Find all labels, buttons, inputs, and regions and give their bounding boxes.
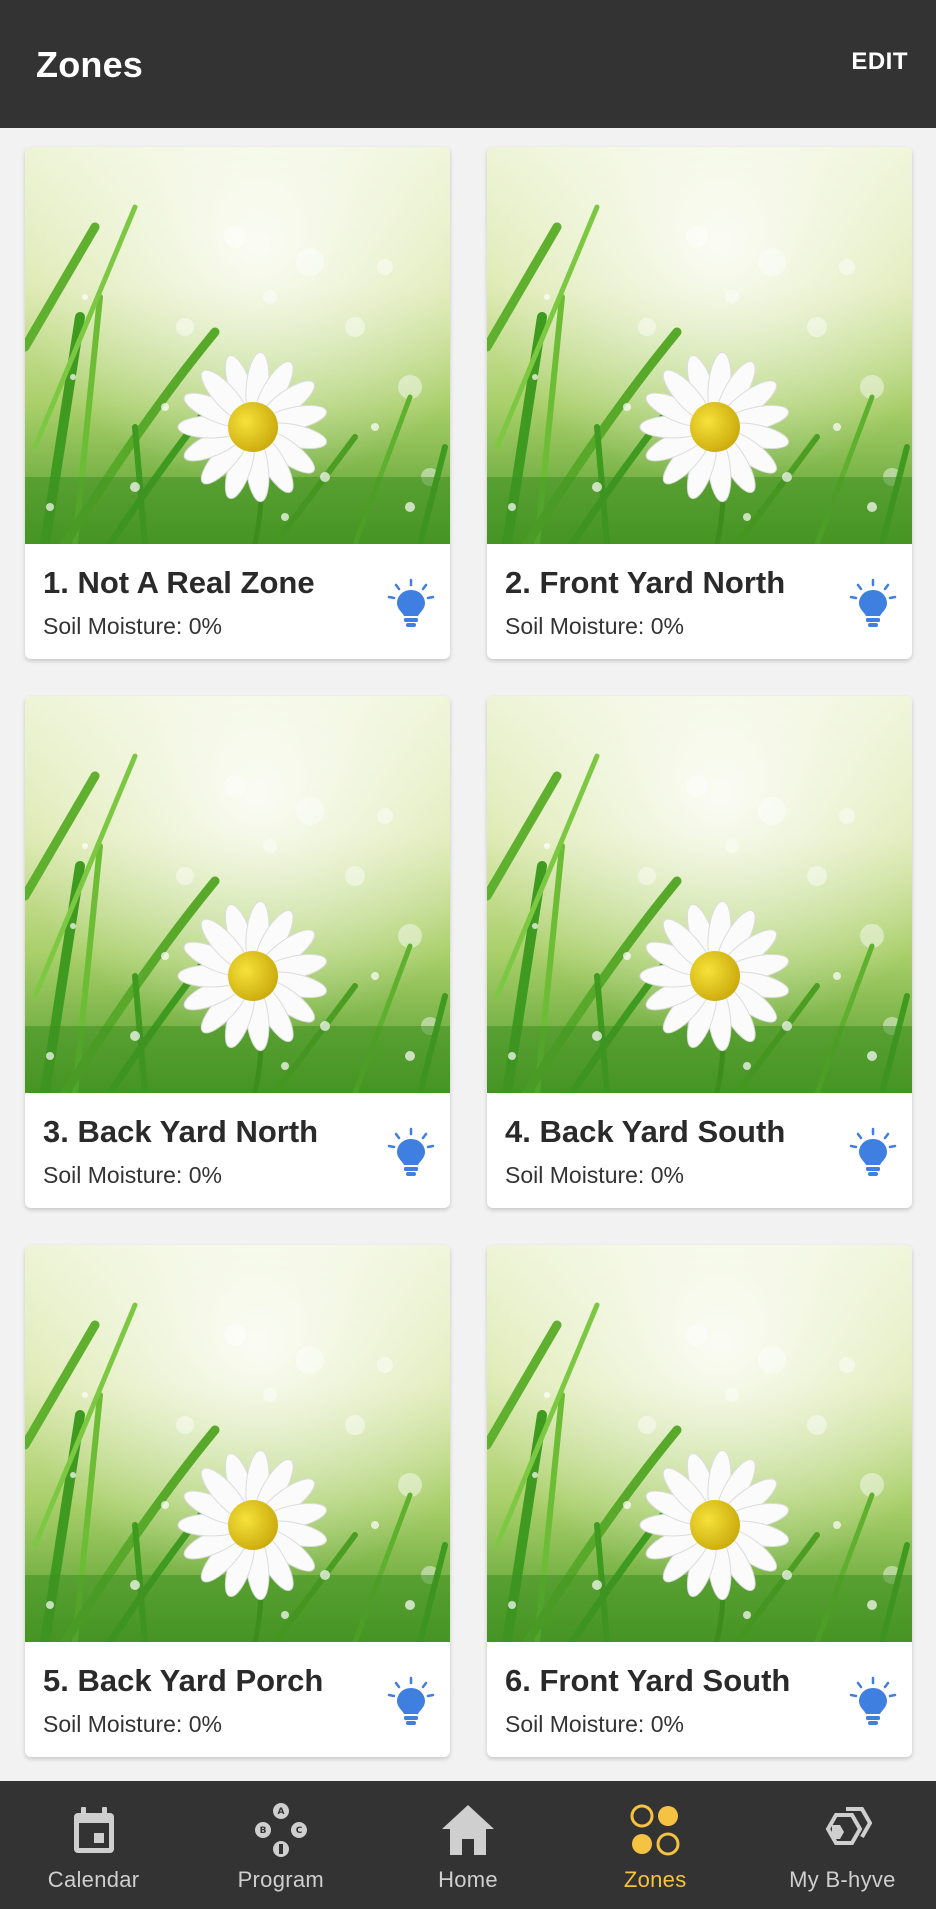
home-icon [442,1805,494,1855]
zone-photo [487,147,912,544]
app-bar: Zones EDIT [0,0,936,128]
soil-moisture: Soil Moisture: 0% [505,613,684,639]
lightbulb-icon[interactable] [386,1675,436,1727]
soil-moisture: Soil Moisture: 0% [43,613,222,639]
zone-name: 2. Front Yard North [505,565,786,600]
nav-program[interactable]: A B C Program [187,1781,374,1909]
zone-card-4[interactable]: 4. Back Yard South Soil Moisture: 0% [487,696,912,1208]
lightbulb-icon[interactable] [386,1126,436,1178]
bottom-nav: Calendar A B C Program Home Zones My B-hyv… [0,1781,936,1909]
zone-name: 6. Front Yard South [505,1663,791,1698]
soil-moisture: Soil Moisture: 0% [505,1711,684,1737]
nav-home[interactable]: Home [374,1781,561,1909]
soil-moisture: Soil Moisture: 0% [43,1711,222,1737]
lightbulb-icon[interactable] [848,1675,898,1727]
hexagon-icon [826,1807,873,1845]
zone-photo [25,147,450,544]
lightbulb-icon[interactable] [848,577,898,629]
soil-moisture: Soil Moisture: 0% [43,1162,222,1188]
zone-photo [487,696,912,1093]
nav-label: My B-hyve [789,1867,896,1892]
nav-my-bhyve[interactable]: My B-hyve [749,1781,936,1909]
svg-text:B: B [259,1826,266,1836]
lightbulb-icon[interactable] [848,1126,898,1178]
zone-name: 1. Not A Real Zone [43,565,315,600]
zone-photo [25,696,450,1093]
zone-name: 4. Back Yard South [505,1114,786,1149]
zone-card-2[interactable]: 2. Front Yard North Soil Moisture: 0% [487,147,912,659]
zone-card-6[interactable]: 6. Front Yard South Soil Moisture: 0% [487,1245,912,1757]
zones-icon [630,1804,680,1856]
soil-moisture: Soil Moisture: 0% [505,1162,684,1188]
zone-card-5[interactable]: 5. Back Yard Porch Soil Moisture: 0% [25,1245,450,1757]
nav-zones[interactable]: Zones [562,1781,749,1909]
zone-card-1[interactable]: 1. Not A Real Zone Soil Moisture: 0% [25,147,450,659]
zone-name: 3. Back Yard North [43,1114,319,1149]
program-icon: A B C [254,1803,307,1857]
zone-name: 5. Back Yard Porch [43,1663,324,1698]
nav-label: Program [237,1867,325,1892]
svg-text:A: A [277,1807,284,1817]
nav-label: Calendar [47,1867,140,1892]
zone-photo [25,1245,450,1642]
nav-calendar[interactable]: Calendar [0,1781,187,1909]
nav-label: Home [438,1867,498,1892]
page-title: Zones [36,44,144,85]
lightbulb-icon[interactable] [386,577,436,629]
zone-card-3[interactable]: 3. Back Yard North Soil Moisture: 0% [25,696,450,1208]
nav-label: Zones [623,1867,687,1892]
svg-text:C: C [295,1826,302,1836]
edit-button[interactable]: EDIT [851,48,908,76]
zone-photo [487,1245,912,1642]
zones-grid: 1. Not A Real Zone Soil Moisture: 0% 2. … [25,147,912,1757]
calendar-icon [73,1807,114,1853]
